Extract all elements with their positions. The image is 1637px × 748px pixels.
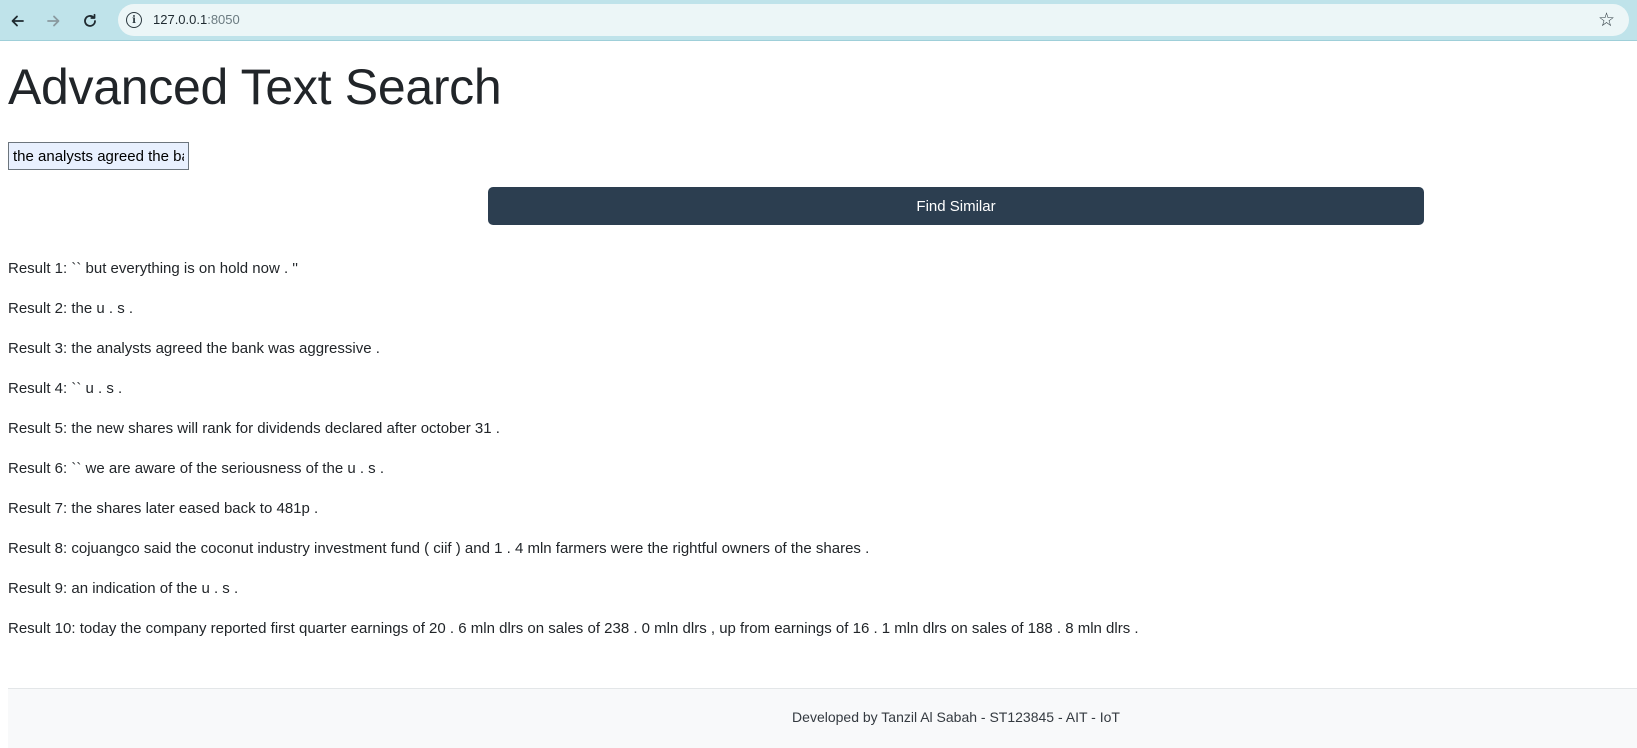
- back-arrow-icon: [11, 15, 24, 27]
- result-item: Result 4: `` u . s .: [8, 380, 123, 397]
- forward-button[interactable]: [40, 8, 66, 34]
- result-item: Result 3: the analysts agreed the bank w…: [8, 340, 380, 357]
- address-bar[interactable]: i 127.0.0.1:8050 ☆: [118, 4, 1629, 36]
- result-item: Result 2: the u . s .: [8, 300, 134, 317]
- forward-arrow-icon: [47, 15, 60, 27]
- result-item: Result 7: the shares later eased back to…: [8, 500, 319, 517]
- site-info-icon[interactable]: i: [126, 12, 142, 28]
- footer-credit: Developed by Tanzil Al Sabah - ST123845 …: [792, 709, 1120, 725]
- reload-icon: [84, 13, 96, 27]
- url-text[interactable]: 127.0.0.1:8050: [153, 12, 240, 27]
- bookmark-star-icon[interactable]: ☆: [1598, 9, 1615, 31]
- result-item: Result 5: the new shares will rank for d…: [8, 420, 500, 437]
- back-button[interactable]: [5, 8, 31, 34]
- result-item: Result 6: `` we are aware of the serious…: [8, 460, 385, 477]
- search-input[interactable]: [8, 142, 189, 170]
- find-similar-button[interactable]: Find Similar: [488, 187, 1424, 225]
- results-list: Result 1: `` but everything is on hold n…: [8, 259, 1628, 659]
- result-item: Result 1: `` but everything is on hold n…: [8, 260, 299, 277]
- footer: Developed by Tanzil Al Sabah - ST123845 …: [8, 688, 1637, 748]
- browser-toolbar: i 127.0.0.1:8050 ☆: [0, 0, 1637, 41]
- result-item: Result 8: cojuangco said the coconut ind…: [8, 540, 870, 557]
- reload-button[interactable]: [77, 8, 103, 34]
- page-title: Advanced Text Search: [8, 59, 502, 115]
- result-item: Result 10: today the company reported fi…: [8, 620, 1139, 637]
- result-item: Result 9: an indication of the u . s .: [8, 580, 239, 597]
